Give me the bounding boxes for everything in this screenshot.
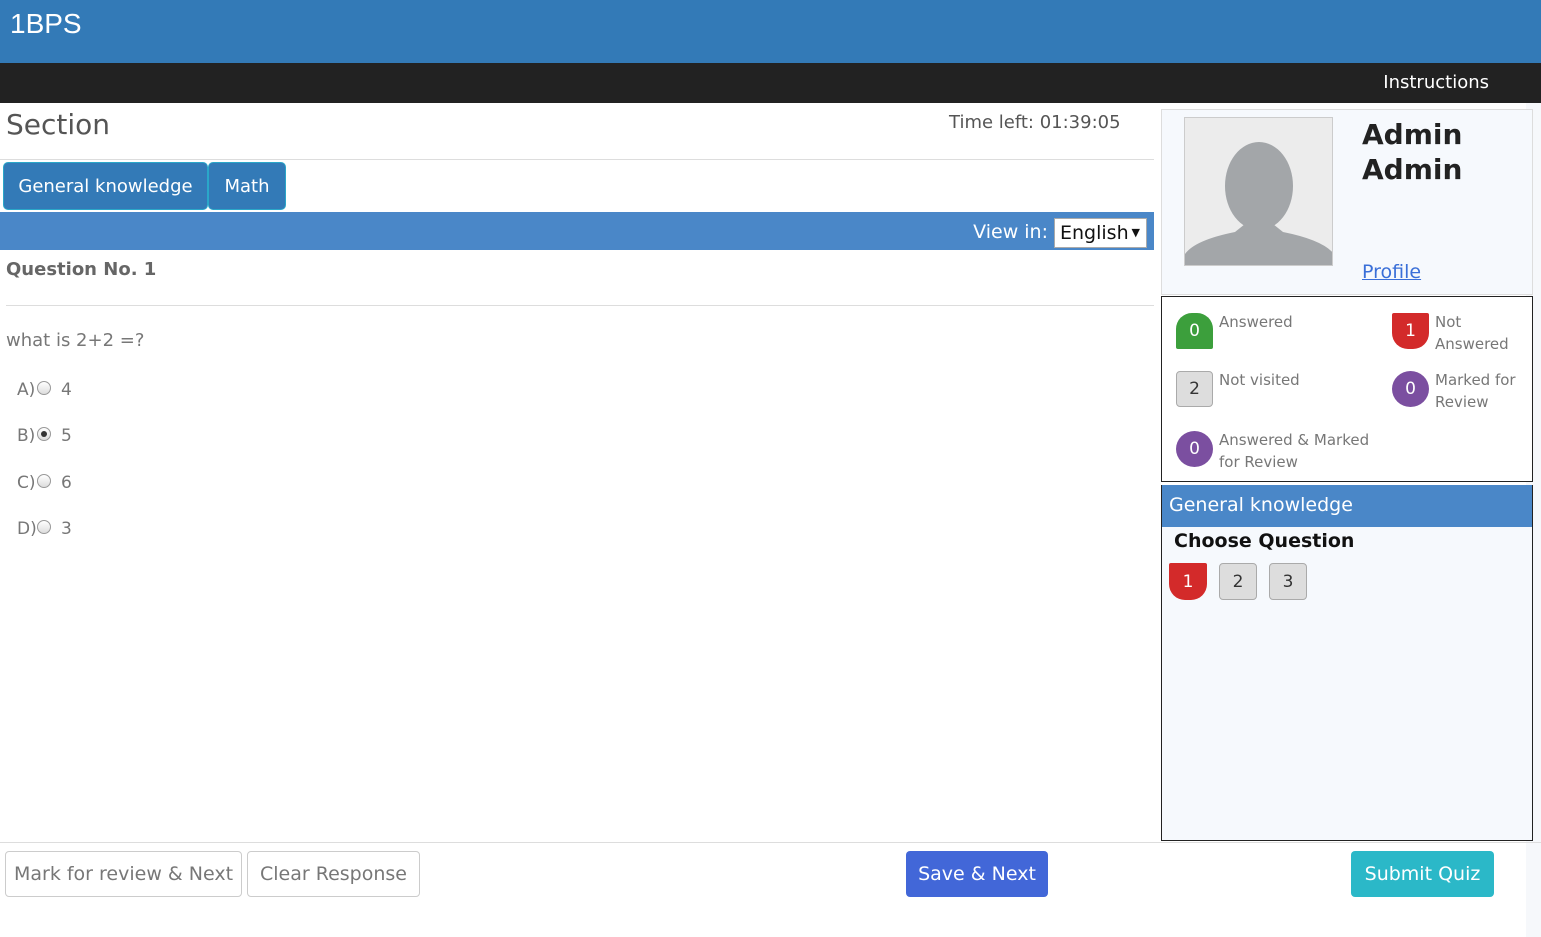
legend-answered: 0 Answered <box>1176 313 1293 349</box>
legend-label-line: Answered & Marked <box>1219 431 1370 449</box>
question-button-2[interactable]: 2 <box>1219 563 1257 600</box>
divider <box>0 159 1154 160</box>
legend-label-line: Answered <box>1435 335 1509 353</box>
option-text: 4 <box>61 380 72 400</box>
legend-label-line: Review <box>1435 393 1489 411</box>
option-a-radio[interactable] <box>37 381 51 395</box>
app-header: 1BPS <box>0 0 1541 63</box>
instructions-link[interactable]: Instructions <box>1383 72 1489 93</box>
nav-bar: Instructions <box>0 63 1541 103</box>
option-letter: A) <box>17 380 36 400</box>
option-d-radio[interactable] <box>37 520 51 534</box>
legend-label-line: for Review <box>1219 453 1298 471</box>
clear-response-button[interactable]: Clear Response <box>247 851 420 897</box>
legend-answered-marked: 0 Answered & Marked for Review <box>1176 431 1369 473</box>
legend-label: Marked for Review <box>1435 369 1516 413</box>
option-letter: D) <box>17 519 37 539</box>
answered-marked-count-badge: 0 <box>1176 431 1213 467</box>
language-select-value: English <box>1060 222 1129 244</box>
option-letter: C) <box>17 473 36 493</box>
profile-link[interactable]: Profile <box>1362 261 1421 283</box>
divider <box>6 305 1154 306</box>
footer-divider <box>0 842 1541 843</box>
question-number: Question No. 1 <box>6 259 157 280</box>
avatar <box>1184 117 1333 266</box>
brand-title: 1BPS <box>10 8 82 39</box>
choose-question-label: Choose Question <box>1174 530 1355 552</box>
legend-not-visited: 2 Not visited <box>1176 371 1300 407</box>
question-button-3[interactable]: 3 <box>1269 563 1307 600</box>
option-b[interactable]: B) 5 <box>17 426 72 446</box>
option-b-radio[interactable] <box>37 427 51 441</box>
section-title: Section <box>6 108 111 141</box>
legend-label: Answered <box>1219 313 1293 331</box>
legend-label: Not Answered <box>1435 311 1509 355</box>
option-d[interactable]: D) 3 <box>17 519 72 539</box>
mark-review-next-button[interactable]: Mark for review & Next <box>5 851 242 897</box>
option-c[interactable]: C) 6 <box>17 473 72 493</box>
question-toolbar: View in: English ▼ <box>0 212 1154 250</box>
time-left: Time left: 01:39:05 <box>949 112 1121 133</box>
save-next-button[interactable]: Save & Next <box>906 851 1048 897</box>
user-name: Admin Admin <box>1362 117 1462 187</box>
submit-quiz-button[interactable]: Submit Quiz <box>1351 851 1494 897</box>
legend-marked-review: 0 Marked for Review <box>1392 371 1516 413</box>
marked-count-badge: 0 <box>1392 371 1429 407</box>
question-palette: General knowledge Choose Question 1 2 3 <box>1161 485 1533 841</box>
caret-down-icon: ▼ <box>1131 226 1140 239</box>
option-c-radio[interactable] <box>37 474 51 488</box>
status-legend: 0 Answered 1 Not Answered 2 Not visited … <box>1161 296 1533 482</box>
tab-math[interactable]: Math <box>208 162 286 210</box>
question-text: what is 2+2 =? <box>6 330 145 351</box>
answered-count-badge: 0 <box>1176 313 1213 349</box>
legend-label-line: Not <box>1435 313 1462 331</box>
option-a[interactable]: A) 4 <box>17 380 72 400</box>
option-letter: B) <box>17 426 36 446</box>
option-text: 6 <box>61 473 72 493</box>
not-visited-count-badge: 2 <box>1176 371 1213 407</box>
language-select[interactable]: English ▼ <box>1054 218 1147 248</box>
option-text: 3 <box>61 519 72 539</box>
not-answered-count-badge: 1 <box>1392 313 1429 349</box>
user-silhouette-icon <box>1185 142 1332 265</box>
question-button-1[interactable]: 1 <box>1169 563 1207 600</box>
legend-label: Not visited <box>1219 371 1300 389</box>
user-last-name: Admin <box>1362 153 1463 186</box>
legend-not-answered: 1 Not Answered <box>1392 313 1509 355</box>
view-in-label: View in: <box>973 221 1048 243</box>
tab-general-knowledge[interactable]: General knowledge <box>3 162 208 210</box>
palette-section-name: General knowledge <box>1162 485 1532 527</box>
legend-label-line: Marked for <box>1435 371 1516 389</box>
user-first-name: Admin <box>1362 118 1463 151</box>
legend-label: Answered & Marked for Review <box>1219 429 1369 473</box>
option-text: 5 <box>61 426 72 446</box>
user-profile-card: Admin Admin Profile <box>1161 109 1533 295</box>
